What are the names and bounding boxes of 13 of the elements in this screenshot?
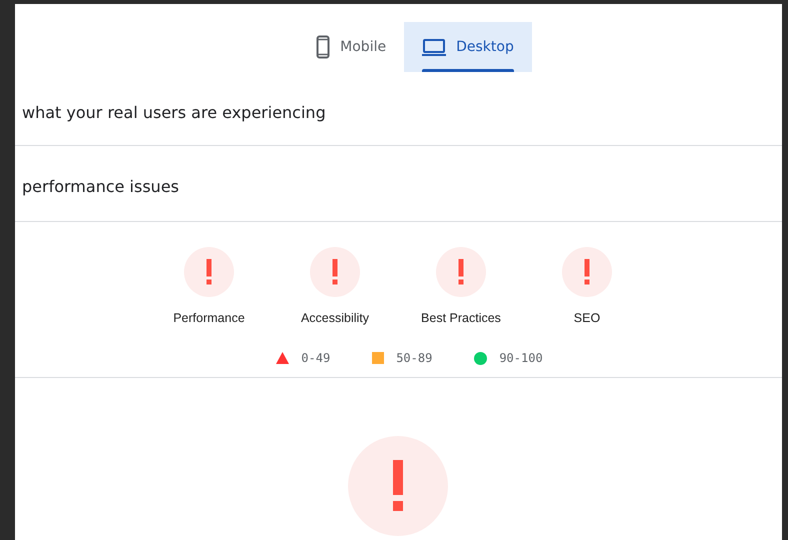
phone-icon	[316, 35, 330, 59]
category-label: SEO	[574, 311, 600, 325]
section-heading: performance issues	[22, 176, 179, 196]
category-label: Best Practices	[421, 311, 501, 325]
legend-range: 90-100	[499, 351, 543, 365]
category-label: Accessibility	[300, 311, 370, 325]
section-heading: what your real users are experiencing	[22, 102, 326, 122]
legend-range: 0-49	[301, 351, 330, 365]
device-tab[interactable]: Mobile	[298, 22, 404, 72]
legend-range: 50-89	[396, 351, 432, 365]
device-tab[interactable]: Desktop	[404, 22, 532, 72]
laptop-icon	[422, 38, 446, 56]
category-label: Performance	[173, 311, 245, 325]
